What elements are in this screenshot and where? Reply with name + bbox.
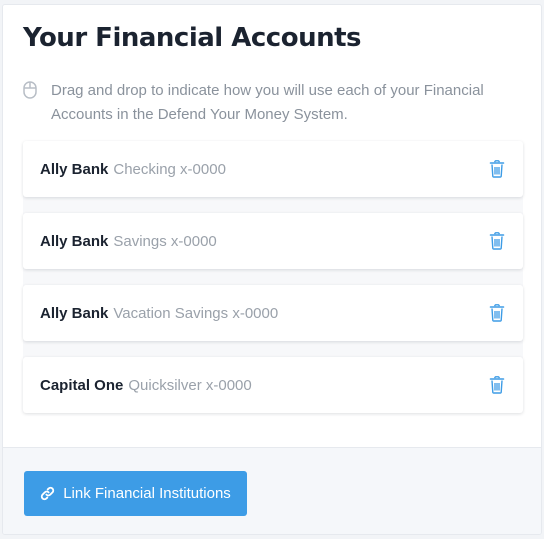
trash-icon[interactable]: [489, 232, 505, 250]
mouse-icon: [23, 81, 37, 104]
instructions-text: Drag and drop to indicate how you will u…: [51, 82, 484, 123]
account-bank-name: Ally Bank: [40, 232, 109, 250]
account-row[interactable]: Ally Bank Savings x-0000: [23, 213, 523, 269]
trash-icon[interactable]: [489, 376, 505, 394]
link-icon: [40, 486, 55, 501]
account-row[interactable]: Capital One Quicksilver x-0000: [23, 357, 523, 413]
account-row[interactable]: Ally Bank Checking x-0000: [23, 141, 523, 197]
account-detail: Savings x-0000: [113, 232, 217, 250]
account-detail: Vacation Savings x-0000: [113, 304, 279, 322]
panel-footer: Link Financial Institutions: [3, 447, 541, 534]
account-row[interactable]: Ally Bank Vacation Savings x-0000: [23, 285, 523, 341]
account-bank-name: Ally Bank: [40, 304, 109, 322]
link-button-label: Link Financial Institutions: [63, 485, 231, 502]
page-title: Your Financial Accounts: [23, 23, 362, 53]
account-detail: Checking x-0000: [113, 160, 226, 178]
financial-accounts-panel: Your Financial Accounts Drag and drop to…: [2, 4, 542, 535]
account-bank-name: Ally Bank: [40, 160, 109, 178]
account-bank-name: Capital One: [40, 376, 124, 394]
account-list: Ally Bank Checking x-0000 Ally Bank Savi…: [23, 141, 523, 413]
link-financial-institutions-button[interactable]: Link Financial Institutions: [24, 471, 247, 516]
trash-icon[interactable]: [489, 160, 505, 178]
instructions: Drag and drop to indicate how you will u…: [23, 79, 523, 127]
trash-icon[interactable]: [489, 304, 505, 322]
account-detail: Quicksilver x-0000: [128, 376, 252, 394]
